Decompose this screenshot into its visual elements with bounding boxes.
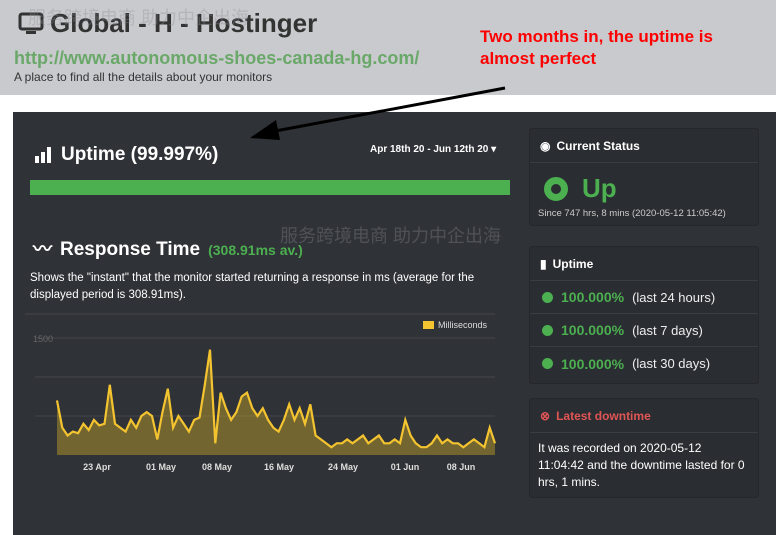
status-up-icon <box>544 176 568 201</box>
uptime-pct: 100.000% <box>561 322 625 338</box>
x-tick-label: 23 Apr <box>83 462 111 472</box>
bar-chart-icon <box>35 147 51 163</box>
downtime-box: ⊗ Latest downtime It was recorded on 2020… <box>529 398 759 498</box>
annotation: Two months in, the uptime is almost perfe… <box>480 26 713 70</box>
status-since: Since 747 hrs, 8 mins (2020-05-12 11:05:… <box>538 208 726 219</box>
status-dot-icon <box>542 358 553 369</box>
response-heading: 〰 Response Time (308.91ms av.) <box>33 234 303 261</box>
box-title: Current Status <box>556 138 640 153</box>
uptime-row: 100.000% (last 24 hours) <box>530 281 758 314</box>
x-tick-label: 01 May <box>146 462 176 472</box>
annotation-arrow <box>250 86 506 140</box>
uptime-period: (last 24 hours) <box>632 289 716 305</box>
title-text: Global - H - Hostinger <box>50 8 318 38</box>
response-chart: 1500 23 Apr 01 May 08 May 16 May 24 May 01 Jun… <box>25 313 497 472</box>
uptime-row: 100.000% (last 7 days) <box>530 314 758 347</box>
circle-dot-icon: ◉ <box>540 138 551 153</box>
box-title: Uptime <box>552 256 594 271</box>
response-description: Shows the "instant" that the monitor sta… <box>30 272 475 301</box>
x-tick-label: 16 May <box>264 462 294 472</box>
line-chart-icon: 〰 <box>33 239 53 260</box>
status-dot-icon <box>542 324 553 336</box>
x-tick-label: 24 May <box>328 462 358 472</box>
status-badge: Up <box>582 173 617 203</box>
uptime-pct: 100.000% <box>561 289 625 305</box>
page-title: Global - H - Hostinger <box>18 8 317 39</box>
legend-label: Milliseconds <box>438 320 488 330</box>
uptime-row: 100.000% (last 30 days) <box>530 347 758 380</box>
x-tick-label: 08 Jun <box>447 462 476 472</box>
alert-circle-icon: ⊗ <box>540 408 551 423</box>
bar-chart-icon: ▮ <box>540 256 547 271</box>
downtime-text: It was recorded on 2020-05-12 11:04:42 a… <box>538 441 745 489</box>
monitor-icon <box>18 12 44 34</box>
x-tick-label: 08 May <box>202 462 232 472</box>
uptime-period: (last 30 days) <box>632 356 711 371</box>
uptime-bar <box>30 180 510 195</box>
box-title: Latest downtime <box>556 408 651 423</box>
uptime-heading: Uptime (99.997%) <box>35 144 218 166</box>
current-status-box: ◉ Current Status Up Since 747 hrs, 8 mins… <box>529 128 759 226</box>
tagline: A place to find all the details about yo… <box>14 70 273 84</box>
monitor-url[interactable]: http://www.autonomous-shoes-canada-hg.co… <box>14 48 419 69</box>
uptime-box: ▮ Uptime 100.000% (last 24 hours) 100.000%… <box>529 246 759 384</box>
x-tick-label: 01 Jun <box>391 462 420 472</box>
response-average: (308.91ms av.) <box>208 242 303 258</box>
response-title: Response Time <box>60 239 201 260</box>
annotation-line: almost perfect <box>480 49 597 68</box>
area-fill <box>57 349 495 455</box>
uptime-title: Uptime (99.997%) <box>61 144 219 165</box>
uptime-pct: 100.000% <box>561 355 625 372</box>
y-tick-label: 1500 <box>33 334 53 344</box>
uptime-period: (last 7 days) <box>632 322 703 338</box>
legend-swatch <box>423 321 434 329</box>
status-dot-icon <box>542 291 553 303</box>
annotation-line: Two months in, the uptime is <box>480 27 713 46</box>
